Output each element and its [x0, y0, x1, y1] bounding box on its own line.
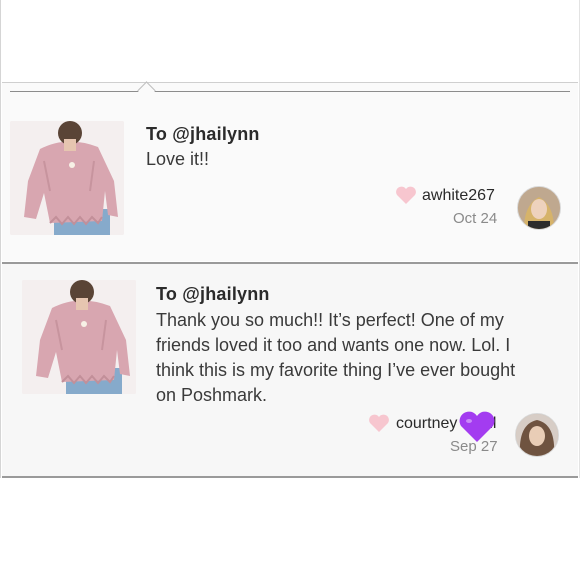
user-photo-icon — [518, 187, 560, 229]
comment-text: Love it!! — [146, 149, 210, 169]
avatar[interactable] — [517, 186, 561, 230]
listing-thumbnail-1[interactable] — [10, 121, 124, 235]
sweater-photo-icon — [10, 121, 124, 235]
heart-icon[interactable] — [368, 413, 390, 433]
page-bottom-blank — [0, 478, 580, 580]
sweater-photo-icon — [22, 280, 136, 394]
user-photo-icon — [516, 414, 558, 456]
comment-text-line: on Poshmark. — [156, 385, 268, 405]
comment-date: Oct 24 — [453, 210, 498, 227]
heart-icon[interactable] — [395, 185, 417, 205]
purple-heart-emoji-icon — [459, 411, 495, 442]
comment-text-line: think this is my favorite thing I’ve eve… — [156, 360, 516, 380]
comment-text-line: friends loved it too and wants one now. … — [156, 335, 511, 355]
comment-recipient: To @jhailynn — [146, 124, 260, 144]
card-top-divider — [10, 91, 570, 92]
listing-thumbnail-2[interactable] — [22, 280, 136, 394]
avatar[interactable] — [515, 413, 559, 457]
page-top-blank — [0, 0, 580, 92]
comment-text: Thank you so much!! It’s perfect! One of… — [156, 308, 515, 408]
comment-text-line: Thank you so much!! It’s perfect! One of… — [156, 310, 504, 330]
comment-username[interactable]: awhite267 — [422, 187, 495, 205]
comment-recipient: To @jhailynn — [156, 284, 270, 304]
